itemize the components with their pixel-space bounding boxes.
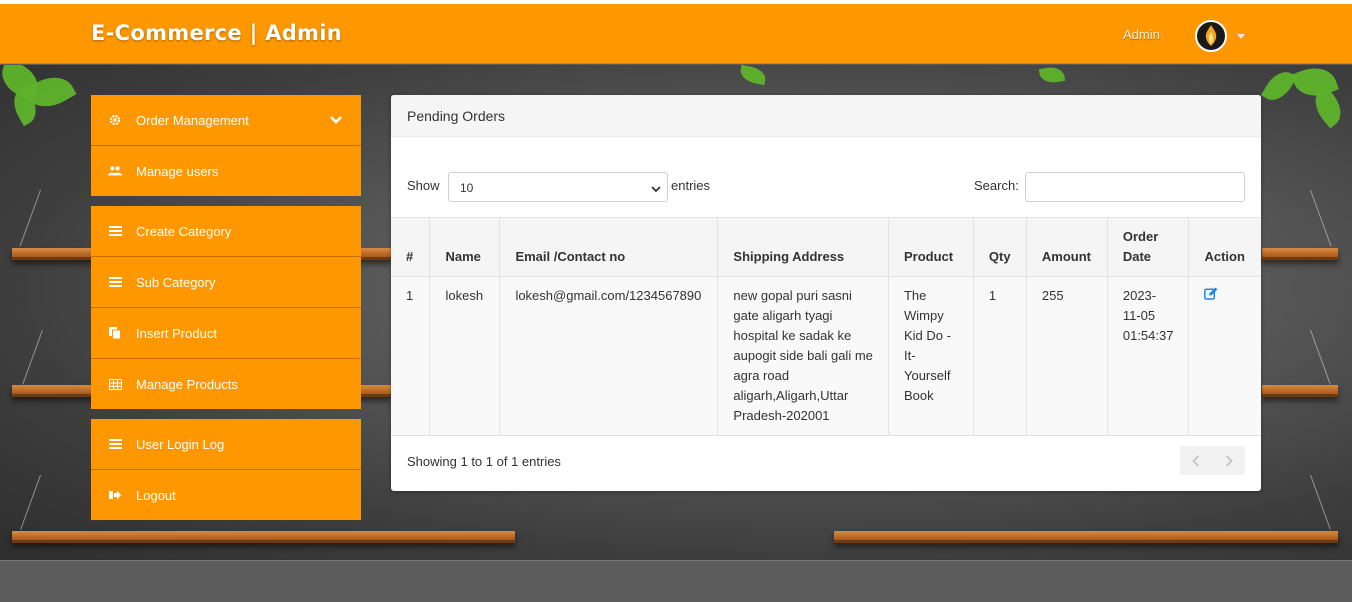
sidebar-item-logout[interactable]: Logout [91, 470, 361, 520]
sidebar-group: Order Management Manage users [91, 95, 361, 196]
column-header-name[interactable]: Name [429, 217, 501, 277]
list-icon [108, 438, 122, 450]
entries-select[interactable]: 10 [448, 172, 668, 202]
sidebar-item-label: Create Category [136, 223, 232, 239]
chevron-down-icon[interactable] [1237, 34, 1245, 39]
shelf-decoration [1262, 248, 1338, 260]
sign-out-icon [108, 489, 122, 501]
cell-amount: 255 [1025, 276, 1108, 436]
wire-decoration [1310, 474, 1331, 530]
entries-label: entries [671, 178, 711, 193]
column-header-number[interactable]: # [391, 217, 431, 277]
sidebar-item-label: User Login Log [136, 436, 225, 452]
sidebar-group: Create Category Sub Category Insert Prod… [91, 206, 361, 409]
sidebar-item-manage-products[interactable]: Manage Products [91, 359, 361, 409]
sidebar-item-label: Order Management [136, 112, 249, 128]
pending-orders-panel: Pending Orders Show 10 entries Search: #… [391, 95, 1261, 491]
table-row: 1 lokesh lokesh@gmail.com/1234567890 new… [391, 276, 1261, 436]
sidebar-group: User Login Log Logout [91, 419, 361, 520]
wire-decoration [20, 474, 41, 530]
pagination [1180, 446, 1245, 475]
table-controls: Show 10 entries Search: [391, 172, 1261, 202]
cell-product: The Wimpy Kid Do -It-Yourself Book [887, 276, 974, 436]
chevron-right-icon [1225, 454, 1233, 467]
navbar: E-Commerce | Admin Admin [0, 4, 1352, 64]
next-page-button[interactable] [1213, 446, 1246, 475]
wire-decoration [22, 329, 43, 385]
leaf-decoration [738, 65, 768, 86]
sidebar-item-user-login-log[interactable]: User Login Log [91, 419, 361, 470]
sidebar-item-order-management[interactable]: Order Management [91, 95, 361, 146]
column-header-action[interactable]: Action [1188, 217, 1261, 277]
users-icon [108, 165, 122, 177]
sidebar-item-label: Sub Category [136, 274, 216, 290]
column-header-qty[interactable]: Qty [972, 217, 1027, 277]
table-icon [108, 378, 122, 390]
sidebar: Order Management Manage users Create Cat… [91, 95, 361, 530]
table-info: Showing 1 to 1 of 1 entries [407, 454, 561, 469]
edit-icon[interactable] [1204, 286, 1218, 306]
cell-email: lokesh@gmail.com/1234567890 [499, 276, 719, 436]
previous-page-button[interactable] [1180, 446, 1213, 475]
show-label: Show [407, 178, 440, 193]
column-header-order-date[interactable]: Order Date [1106, 217, 1190, 277]
list-icon [108, 225, 122, 237]
cell-qty: 1 [972, 276, 1027, 436]
shelf-decoration [12, 531, 515, 543]
column-header-email[interactable]: Email /Contact no [499, 217, 719, 277]
shelf-decoration [1262, 385, 1338, 397]
avatar-flame-icon [1205, 25, 1217, 46]
admin-name[interactable]: Admin [1123, 27, 1160, 42]
wire-decoration [1310, 329, 1331, 385]
cell-order-date: 2023-11-05 01:54:37 [1106, 276, 1190, 436]
wire-decoration [1310, 189, 1332, 247]
sidebar-item-sub-category[interactable]: Sub Category [91, 257, 361, 308]
orders-table: # Name Email /Contact no Shipping Addres… [391, 217, 1261, 436]
leaf-decoration [1038, 65, 1066, 85]
cell-address: new gopal puri sasni gate aligarh tyagi … [717, 276, 889, 436]
entries-select-value: 10 [460, 181, 474, 195]
sidebar-item-label: Manage users [136, 163, 219, 179]
brand-title: E-Commerce | Admin [91, 21, 342, 45]
search-label: Search: [974, 178, 1019, 193]
sidebar-item-manage-users[interactable]: Manage users [91, 146, 361, 196]
shelf-decoration [834, 531, 1338, 543]
sidebar-item-insert-product[interactable]: Insert Product [91, 308, 361, 359]
avatar[interactable] [1195, 20, 1227, 52]
leaf-decoration [1260, 65, 1298, 107]
bottom-bar [0, 560, 1352, 602]
sidebar-item-label: Insert Product [136, 325, 217, 341]
sidebar-item-label: Logout [136, 487, 176, 503]
chevron-left-icon [1192, 454, 1200, 467]
cell-name: lokesh [429, 276, 501, 436]
search-input[interactable] [1025, 172, 1245, 202]
chevron-down-icon [651, 182, 661, 196]
cell-number: 1 [391, 276, 431, 436]
copy-icon [108, 327, 122, 339]
column-header-amount[interactable]: Amount [1025, 217, 1108, 277]
chevron-down-icon[interactable] [329, 113, 343, 128]
sidebar-item-label: Manage Products [136, 376, 238, 392]
panel-title: Pending Orders [391, 95, 1261, 137]
list-icon [108, 276, 122, 288]
sidebar-item-create-category[interactable]: Create Category [91, 206, 361, 257]
column-header-product[interactable]: Product [887, 217, 974, 277]
table-header-row: # Name Email /Contact no Shipping Addres… [391, 217, 1261, 277]
wire-decoration [19, 189, 41, 247]
cell-action [1188, 276, 1261, 436]
column-header-address[interactable]: Shipping Address [717, 217, 889, 277]
gear-icon [108, 114, 122, 126]
